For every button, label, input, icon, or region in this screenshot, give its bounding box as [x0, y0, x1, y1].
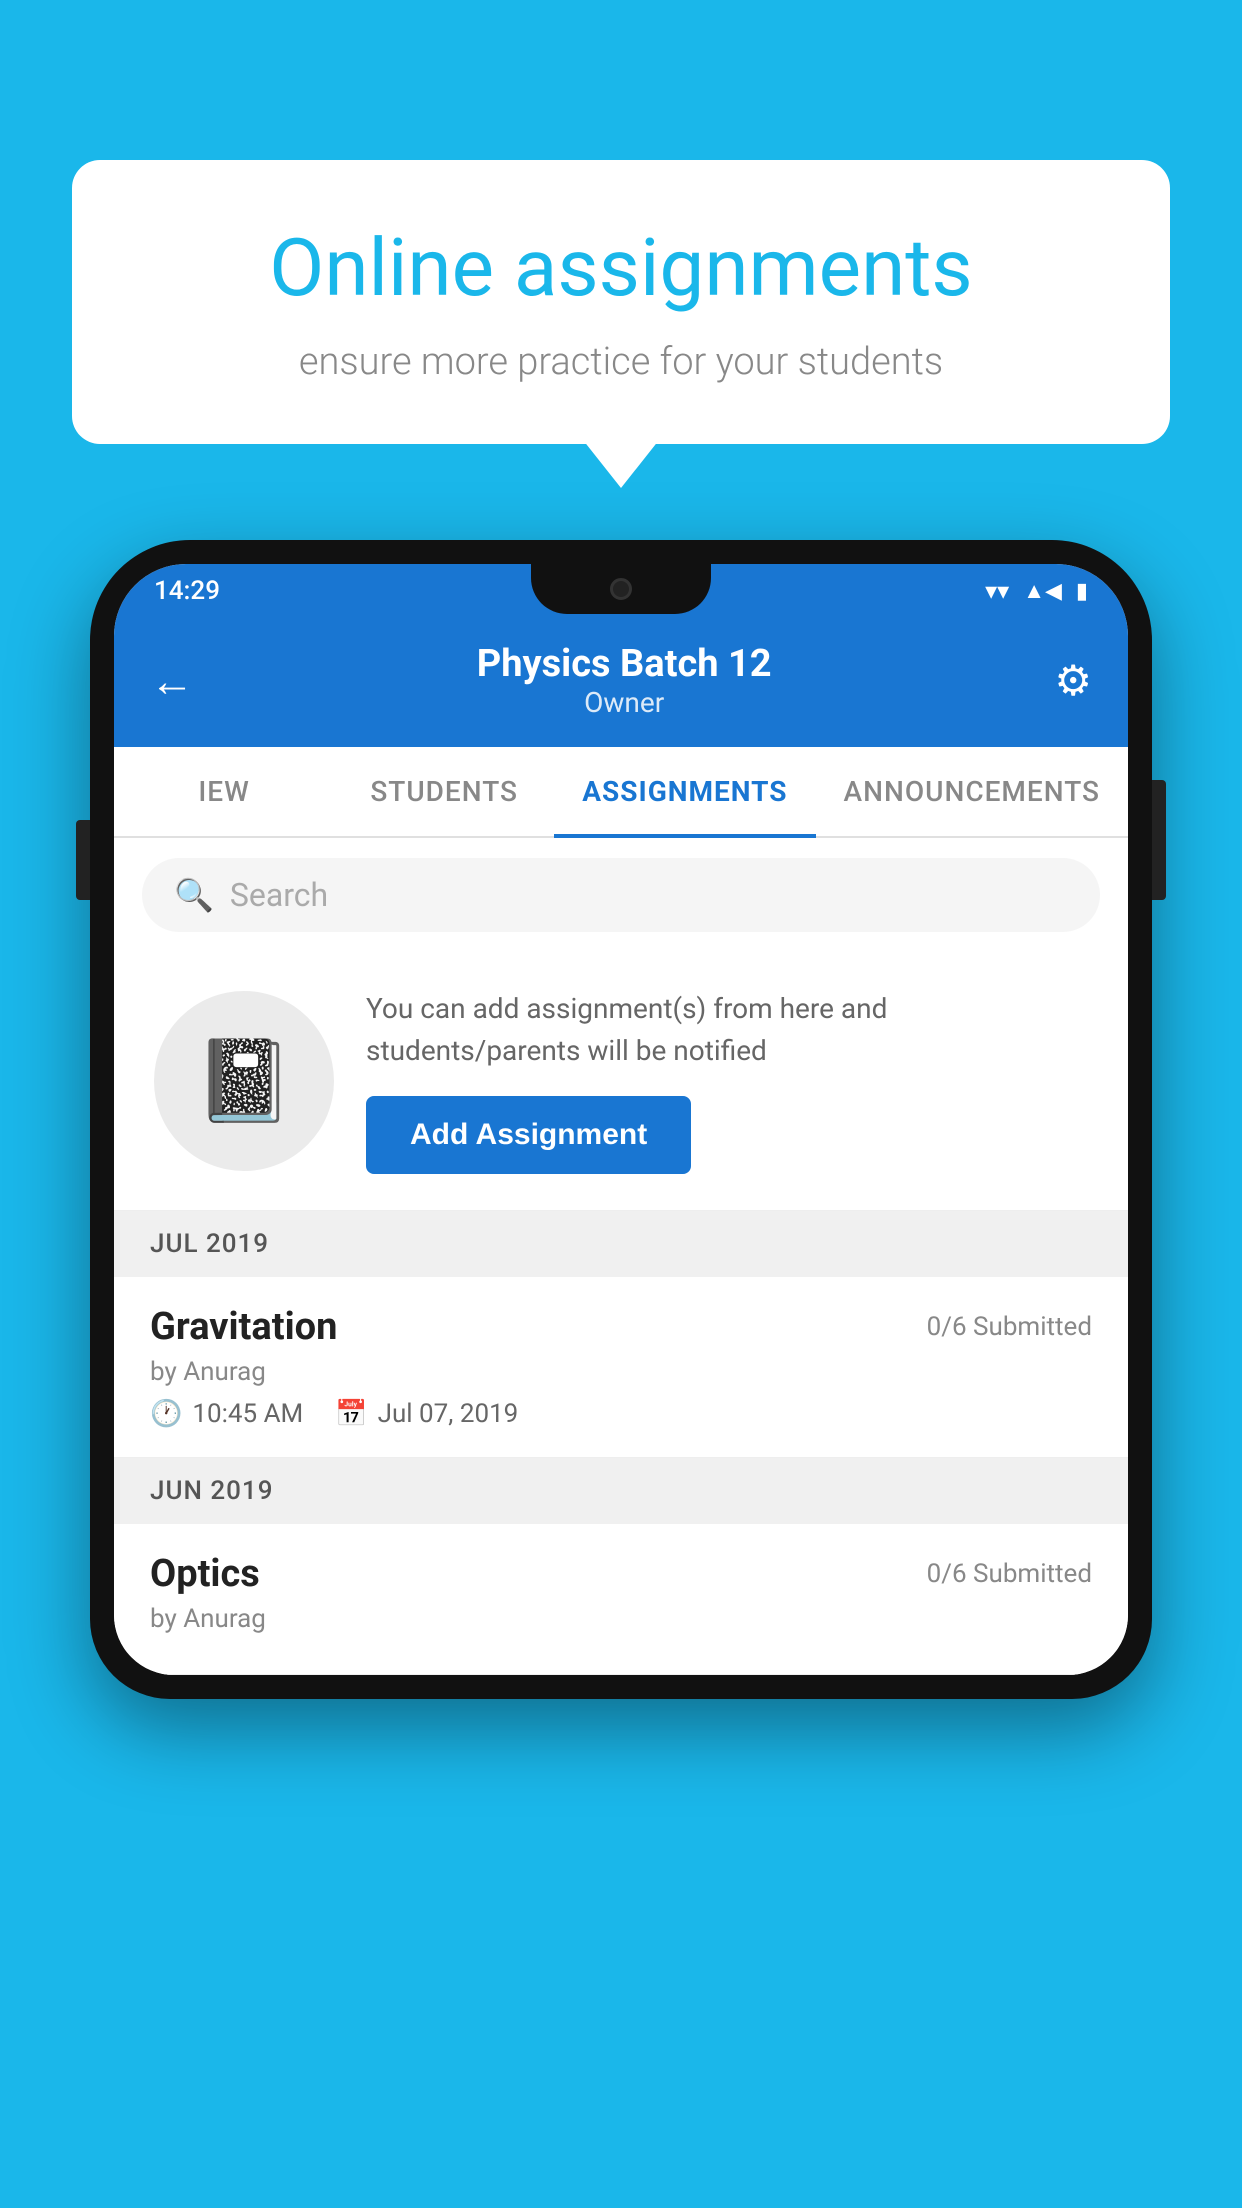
assignment-item-gravitation[interactable]: Gravitation 0/6 Submitted by Anurag 🕐 10… — [114, 1277, 1128, 1458]
section-header-jun-2019: JUN 2019 — [114, 1458, 1128, 1524]
notebook-icon: 📓 — [194, 1034, 294, 1128]
promo-card: Online assignments ensure more practice … — [72, 160, 1170, 444]
settings-icon[interactable]: ⚙ — [1054, 656, 1092, 706]
speech-bubble-subtitle: ensure more practice for your students — [152, 340, 1090, 384]
promo-description: You can add assignment(s) from here and … — [366, 988, 1088, 1072]
assignment-date-value: Jul 07, 2019 — [378, 1399, 519, 1429]
search-container: 🔍 Search — [114, 838, 1128, 952]
assignment-time-value: 10:45 AM — [192, 1399, 303, 1429]
assignment-item-optics[interactable]: Optics 0/6 Submitted by Anurag — [114, 1524, 1128, 1675]
app-header: ← Physics Batch 12 Owner ⚙ — [114, 618, 1128, 747]
promo-text-area: You can add assignment(s) from here and … — [366, 988, 1088, 1174]
power-button — [1152, 780, 1166, 900]
search-icon: 🔍 — [174, 876, 214, 914]
volume-button — [76, 820, 90, 900]
phone-mockup: 14:29 ▾▾ ▲◀ ▮ ← Physics Batch 12 Owner ⚙… — [90, 540, 1152, 2208]
optics-row1: Optics 0/6 Submitted — [150, 1552, 1092, 1596]
optics-name: Optics — [150, 1552, 260, 1596]
header-title: Physics Batch 12 — [194, 642, 1054, 686]
camera-lens — [610, 578, 632, 600]
assignment-row1: Gravitation 0/6 Submitted — [150, 1305, 1092, 1349]
assignment-date: 📅 Jul 07, 2019 — [335, 1399, 518, 1429]
tab-iew[interactable]: IEW — [114, 747, 334, 836]
tab-students[interactable]: STUDENTS — [334, 747, 554, 836]
assignment-time: 🕐 10:45 AM — [150, 1399, 303, 1429]
status-icons: ▾▾ ▲◀ ▮ — [985, 577, 1088, 605]
add-assignment-button[interactable]: Add Assignment — [366, 1096, 691, 1174]
search-placeholder: Search — [230, 876, 328, 914]
status-time: 14:29 — [154, 576, 220, 606]
search-bar[interactable]: 🔍 Search — [142, 858, 1100, 932]
tab-announcements[interactable]: ANNOUNCEMENTS — [816, 747, 1128, 836]
assignment-meta: 🕐 10:45 AM 📅 Jul 07, 2019 — [150, 1399, 1092, 1429]
back-button[interactable]: ← — [150, 655, 194, 707]
phone-frame: 14:29 ▾▾ ▲◀ ▮ ← Physics Batch 12 Owner ⚙… — [90, 540, 1152, 1699]
calendar-icon: 📅 — [335, 1399, 367, 1429]
tab-assignments[interactable]: ASSIGNMENTS — [554, 747, 815, 836]
tabs-bar: IEW STUDENTS ASSIGNMENTS ANNOUNCEMENTS — [114, 747, 1128, 838]
promo-section: 📓 You can add assignment(s) from here an… — [114, 952, 1128, 1211]
optics-author: by Anurag — [150, 1604, 1092, 1634]
promo-icon-circle: 📓 — [154, 991, 334, 1171]
header-center: Physics Batch 12 Owner — [194, 642, 1054, 719]
wifi-icon: ▾▾ — [985, 577, 1009, 605]
speech-bubble-title: Online assignments — [152, 220, 1090, 316]
speech-bubble: Online assignments ensure more practice … — [72, 160, 1170, 444]
assignment-name: Gravitation — [150, 1305, 337, 1349]
header-subtitle: Owner — [194, 686, 1054, 719]
phone-notch — [531, 564, 711, 614]
assignment-author: by Anurag — [150, 1357, 1092, 1387]
phone-screen: 14:29 ▾▾ ▲◀ ▮ ← Physics Batch 12 Owner ⚙… — [114, 564, 1128, 1675]
optics-submitted: 0/6 Submitted — [927, 1559, 1092, 1589]
clock-icon: 🕐 — [150, 1399, 182, 1429]
assignment-submitted: 0/6 Submitted — [927, 1312, 1092, 1342]
section-header-jul-2019: JUL 2019 — [114, 1211, 1128, 1277]
battery-icon: ▮ — [1076, 579, 1088, 604]
signal-icon: ▲◀ — [1023, 578, 1062, 604]
